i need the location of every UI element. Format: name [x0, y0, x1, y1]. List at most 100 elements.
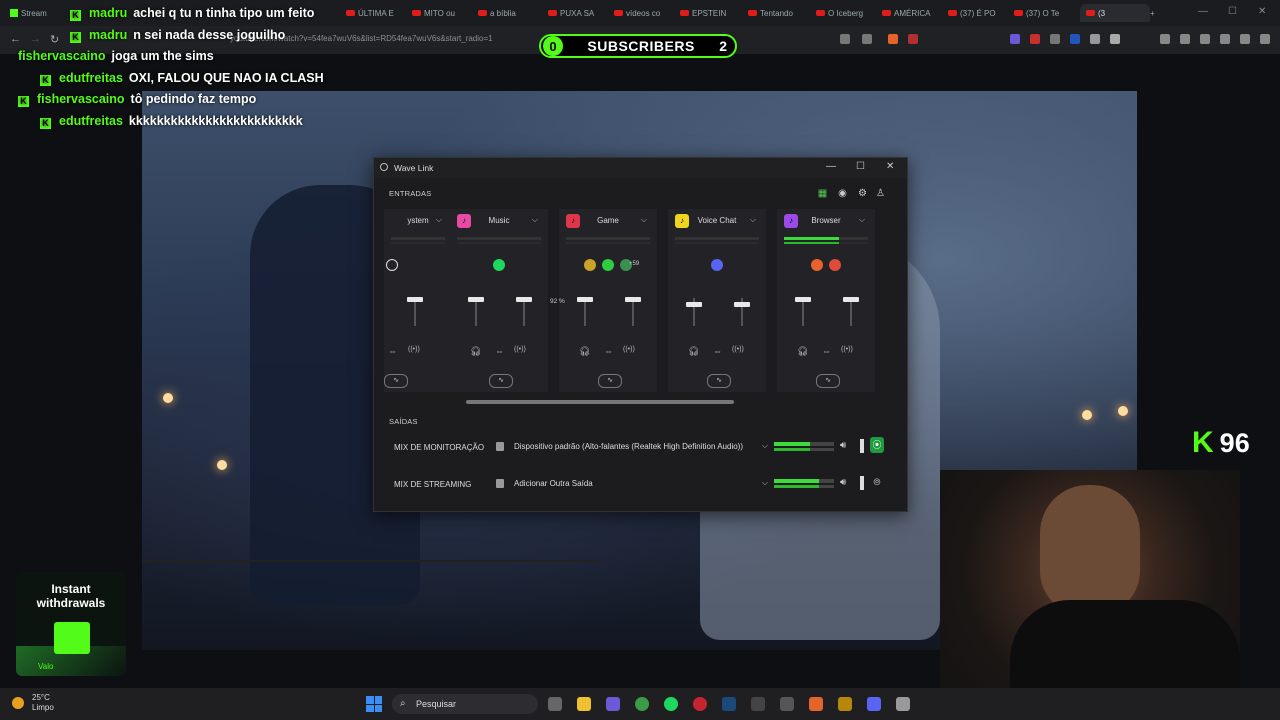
browser-tab[interactable]: O Iceberg: [816, 4, 874, 22]
headphones-icon[interactable]: 🎧︎: [470, 346, 481, 357]
browser-tab[interactable]: ÚLTIMA E: [346, 4, 404, 22]
volume-fader[interactable]: [850, 298, 852, 326]
windows-start-icon[interactable]: [366, 696, 382, 712]
effects-icon[interactable]: ∿: [384, 374, 408, 388]
fader-knob[interactable]: [407, 297, 423, 302]
fader-knob[interactable]: [734, 302, 750, 307]
new-tab-button[interactable]: +: [1150, 4, 1155, 22]
monitor-ear-icon[interactable]: ⦾: [870, 474, 884, 490]
chat-username[interactable]: edutfreitas: [59, 114, 123, 128]
media-icon[interactable]: [1160, 34, 1170, 44]
screenshot-icon[interactable]: [840, 34, 850, 44]
chat-username[interactable]: fishervascaino: [37, 92, 125, 106]
volume-slider-handle[interactable]: [860, 476, 864, 490]
wavelink-taskbar-icon[interactable]: [780, 697, 794, 711]
browser-tab[interactable]: vídeos co: [614, 4, 672, 22]
output-device-select[interactable]: Dispositivo padrão (Alto-falantes (Realt…: [492, 438, 768, 456]
share-icon[interactable]: [862, 34, 872, 44]
link-icon[interactable]: ⇔: [822, 346, 831, 356]
browser-tab[interactable]: EPSTEIN: [680, 4, 738, 22]
maximize-icon[interactable]: ☐: [856, 161, 865, 172]
speaker-icon[interactable]: 🔊︎: [840, 440, 846, 451]
browser-tab[interactable]: a bíblia: [478, 4, 536, 22]
chat-username[interactable]: fishervascaino: [18, 49, 106, 63]
shield-icon[interactable]: [1240, 34, 1250, 44]
app-icon[interactable]: [838, 697, 852, 711]
extension-icon[interactable]: [1090, 34, 1100, 44]
channel-header[interactable]: ystem ⌵: [384, 214, 452, 228]
brave-icon[interactable]: [809, 697, 823, 711]
brave-icon[interactable]: [811, 259, 823, 271]
account-icon[interactable]: ♙: [875, 188, 886, 199]
chrome-icon[interactable]: [635, 697, 649, 711]
sidebar-icon[interactable]: [1180, 34, 1190, 44]
spotify-icon[interactable]: [664, 697, 678, 711]
browser-tab[interactable]: (37) O Te: [1014, 4, 1072, 22]
browser-tab[interactable]: (3: [1080, 4, 1150, 22]
minimize-icon[interactable]: —: [1198, 6, 1208, 17]
headphones-icon[interactable]: 🎧︎: [797, 346, 808, 357]
link-icon[interactable]: ⇔: [713, 346, 722, 356]
brave-rewards-icon[interactable]: [908, 34, 918, 44]
channel-scrollbar[interactable]: [466, 400, 734, 404]
browser-tab[interactable]: (37) É PO: [948, 4, 1006, 22]
channel-header[interactable]: ♪ Voice Chat ⌵: [668, 214, 766, 228]
broadcast-icon[interactable]: ((•)): [623, 346, 635, 353]
browser-tab[interactable]: Stream: [10, 4, 62, 22]
output-device-select[interactable]: Adicionar Outra Saída ⌵: [492, 475, 768, 493]
task-view-icon[interactable]: [548, 697, 562, 711]
broadcast-icon[interactable]: ((•)): [841, 346, 853, 353]
maximize-icon[interactable]: ☐: [1228, 6, 1237, 17]
wallet-icon[interactable]: [1200, 34, 1210, 44]
volume-fader[interactable]: [475, 298, 477, 326]
more-apps-count[interactable]: +59: [629, 261, 639, 267]
effects-icon[interactable]: ∿: [707, 374, 731, 388]
menu-icon[interactable]: [1260, 34, 1270, 44]
soundboard-icon[interactable]: ◉: [837, 188, 848, 199]
obs-icon[interactable]: [751, 697, 765, 711]
brave-shield-icon[interactable]: [888, 34, 898, 44]
browser-tab[interactable]: Tentando: [748, 4, 806, 22]
file-explorer-icon[interactable]: [577, 697, 591, 711]
add-app-icon[interactable]: [386, 259, 398, 271]
fader-knob[interactable]: [686, 302, 702, 307]
weather-widget[interactable]: 25°C Limpo: [32, 693, 54, 713]
app-icon[interactable]: [584, 259, 596, 271]
extension-icon[interactable]: [1070, 34, 1080, 44]
effects-icon[interactable]: ∿: [598, 374, 622, 388]
volume-fader[interactable]: [584, 298, 586, 326]
browser-tab[interactable]: AMÉRICA: [882, 4, 940, 22]
fader-knob[interactable]: [468, 297, 484, 302]
chat-username[interactable]: edutfreitas: [59, 71, 123, 85]
discord-icon[interactable]: [711, 259, 723, 271]
link-icon[interactable]: ⇔: [495, 346, 504, 356]
headphones-icon[interactable]: 🎧︎: [688, 346, 699, 357]
app-icon[interactable]: [606, 697, 620, 711]
fader-knob[interactable]: [843, 297, 859, 302]
download-icon[interactable]: [1220, 34, 1230, 44]
browser-tab[interactable]: MITO ou: [412, 4, 470, 22]
puzzle-icon[interactable]: [1110, 34, 1120, 44]
apps-grid-icon[interactable]: ▦: [817, 188, 828, 199]
play-icon[interactable]: [602, 259, 614, 271]
volume-fader[interactable]: [632, 298, 634, 326]
close-icon[interactable]: ✕: [886, 161, 894, 172]
taskbar-search[interactable]: ⌕ Pesquisar: [392, 694, 538, 714]
settings-gear-icon[interactable]: ⚙: [857, 188, 868, 199]
chat-username[interactable]: madru: [89, 6, 127, 20]
fader-knob[interactable]: [516, 297, 532, 302]
volume-fader[interactable]: [802, 298, 804, 326]
discord-icon[interactable]: [867, 697, 881, 711]
broadcast-icon[interactable]: ((•)): [408, 346, 420, 353]
extension-icon[interactable]: [1010, 34, 1020, 44]
broadcast-icon[interactable]: ((•)): [732, 346, 744, 353]
reload-icon[interactable]: ↻: [50, 33, 59, 46]
fader-knob[interactable]: [625, 297, 641, 302]
back-icon[interactable]: ←: [10, 33, 21, 45]
browser-tab[interactable]: PUXA SA: [548, 4, 606, 22]
opera-gx-icon[interactable]: [693, 697, 707, 711]
effects-icon[interactable]: ∿: [489, 374, 513, 388]
chrome-icon[interactable]: [829, 259, 841, 271]
headphones-icon[interactable]: 🎧︎: [579, 346, 590, 357]
extension-icon[interactable]: [1050, 34, 1060, 44]
